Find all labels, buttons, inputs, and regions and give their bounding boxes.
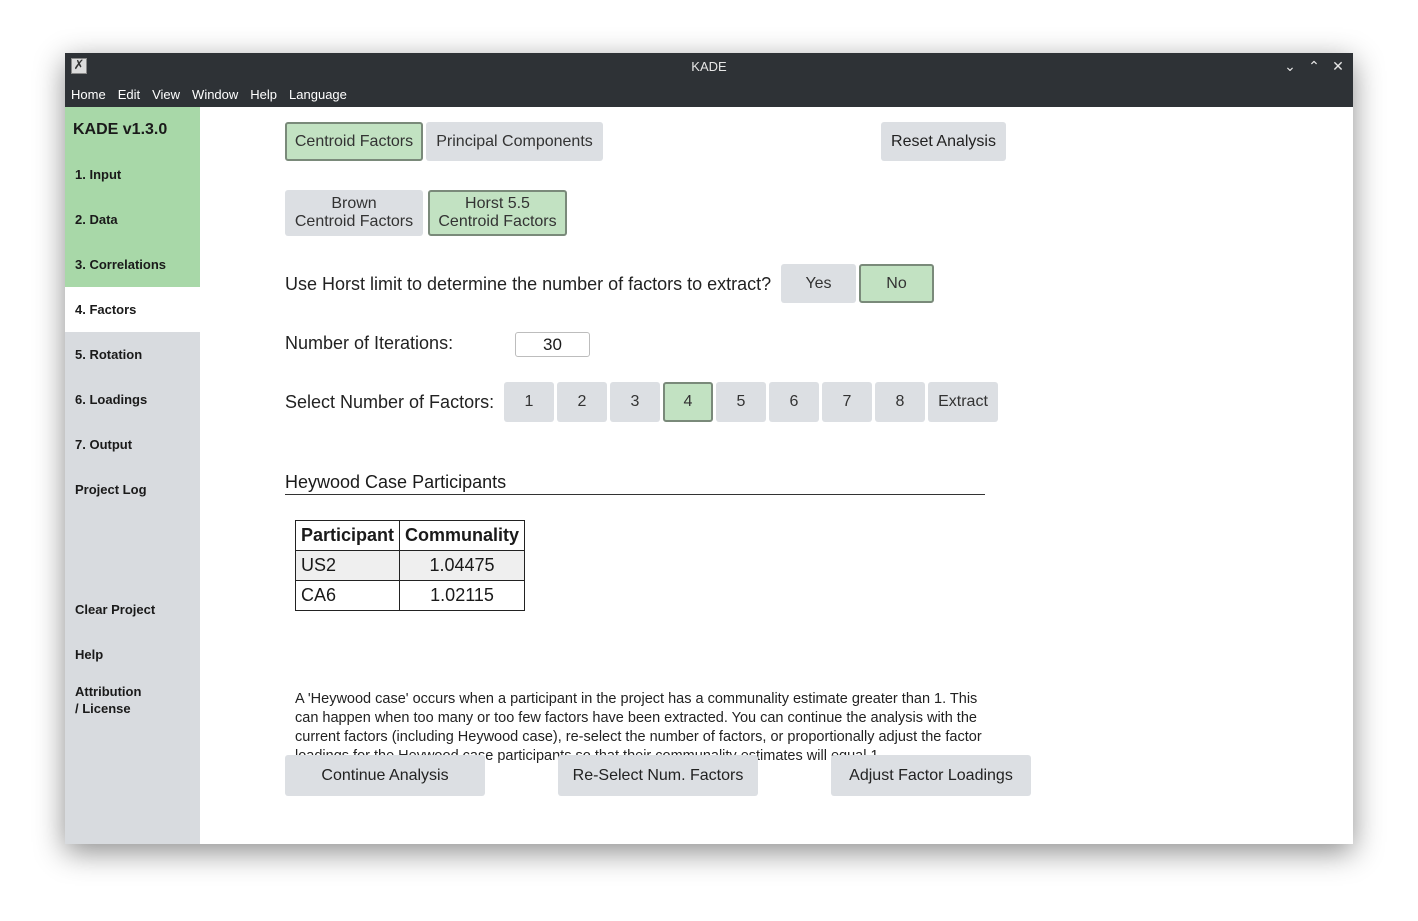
- brown-line-2: Centroid Factors: [294, 213, 414, 230]
- tab-centroid-factors[interactable]: Centroid Factors: [285, 122, 423, 161]
- horst-line-1: Horst 5.5: [465, 195, 530, 212]
- table-row: US2 1.04475: [294, 550, 526, 581]
- communality-cell: 1.02115: [399, 580, 526, 611]
- sidebar-item-input[interactable]: 1. Input: [65, 152, 200, 197]
- minimize-icon[interactable]: ⌄: [1281, 58, 1299, 76]
- menu-bar: Home Edit View Window Help Language: [65, 81, 1353, 107]
- menu-help[interactable]: Help: [244, 87, 283, 102]
- header-participant: Participant: [294, 520, 401, 551]
- sidebar-item-rotation[interactable]: 5. Rotation: [65, 332, 200, 377]
- factor-button-1[interactable]: 1: [504, 382, 554, 422]
- menu-edit[interactable]: Edit: [112, 87, 146, 102]
- sidebar-item-project-log[interactable]: Project Log: [65, 467, 200, 512]
- factors-label: Select Number of Factors:: [285, 392, 495, 412]
- sidebar-item-correlations[interactable]: 3. Correlations: [65, 242, 200, 287]
- heywood-section-title: Heywood Case Participants: [285, 472, 985, 495]
- iterations-input[interactable]: 30: [515, 332, 590, 357]
- close-icon[interactable]: ✕: [1329, 58, 1347, 76]
- sidebar-item-output[interactable]: 7. Output: [65, 422, 200, 467]
- participant-cell: US2: [294, 550, 401, 581]
- continue-analysis-button[interactable]: Continue Analysis: [285, 755, 485, 796]
- menu-language[interactable]: Language: [283, 87, 353, 102]
- attribution-line-2: / License: [75, 700, 131, 716]
- table-header-row: Participant Communality: [294, 520, 526, 551]
- participant-cell: CA6: [294, 580, 401, 611]
- factor-button-8[interactable]: 8: [875, 382, 925, 422]
- horst-limit-question: Use Horst limit to determine the number …: [285, 274, 772, 294]
- menu-home[interactable]: Home: [65, 87, 112, 102]
- brown-line-1: Brown: [331, 195, 377, 212]
- factor-button-4[interactable]: 4: [663, 382, 713, 422]
- sidebar-item-help[interactable]: Help: [65, 632, 200, 677]
- factor-button-7[interactable]: 7: [822, 382, 872, 422]
- horst-yes-button[interactable]: Yes: [781, 264, 856, 303]
- title-bar: ✗ KADE ⌄ ⌃ ✕: [65, 53, 1353, 81]
- table-row: CA6 1.02115: [294, 580, 526, 611]
- menu-window[interactable]: Window: [186, 87, 244, 102]
- factor-button-3[interactable]: 3: [610, 382, 660, 422]
- app-brand: KADE v1.3.0: [65, 107, 200, 152]
- factor-button-5[interactable]: 5: [716, 382, 766, 422]
- header-communality: Communality: [399, 520, 526, 551]
- main-panel: Centroid Factors Principal Components Re…: [200, 107, 1353, 844]
- reselect-num-factors-button[interactable]: Re-Select Num. Factors: [558, 755, 758, 796]
- factor-button-2[interactable]: 2: [557, 382, 607, 422]
- maximize-icon[interactable]: ⌃: [1305, 58, 1323, 76]
- reset-analysis-button[interactable]: Reset Analysis: [881, 122, 1006, 161]
- sidebar-item-clear-project[interactable]: Clear Project: [65, 587, 200, 632]
- communality-cell: 1.04475: [399, 550, 526, 581]
- horst-centroid-button[interactable]: Horst 5.5 Centroid Factors: [428, 190, 567, 236]
- app-window: ✗ KADE ⌄ ⌃ ✕ Home Edit View Window Help …: [65, 53, 1353, 844]
- horst-line-2: Centroid Factors: [438, 213, 557, 230]
- brown-centroid-button[interactable]: Brown Centroid Factors: [285, 190, 423, 236]
- window-title: KADE: [691, 59, 727, 74]
- sidebar-item-loadings[interactable]: 6. Loadings: [65, 377, 200, 422]
- iterations-label: Number of Iterations:: [285, 333, 454, 353]
- menu-view[interactable]: View: [146, 87, 186, 102]
- sidebar-item-factors[interactable]: 4. Factors: [65, 287, 200, 332]
- heywood-table: Participant Communality US2 1.04475 CA6 …: [294, 520, 526, 611]
- factor-button-6[interactable]: 6: [769, 382, 819, 422]
- horst-no-button[interactable]: No: [859, 264, 934, 303]
- adjust-factor-loadings-button[interactable]: Adjust Factor Loadings: [831, 755, 1031, 796]
- extract-button[interactable]: Extract: [928, 382, 998, 422]
- sidebar-item-data[interactable]: 2. Data: [65, 197, 200, 242]
- sidebar-item-attribution-license[interactable]: Attribution / License: [65, 677, 200, 722]
- tab-principal-components[interactable]: Principal Components: [426, 122, 603, 161]
- sidebar: KADE v1.3.0 1. Input 2. Data 3. Correlat…: [65, 107, 200, 844]
- attribution-line-1: Attribution: [75, 683, 142, 699]
